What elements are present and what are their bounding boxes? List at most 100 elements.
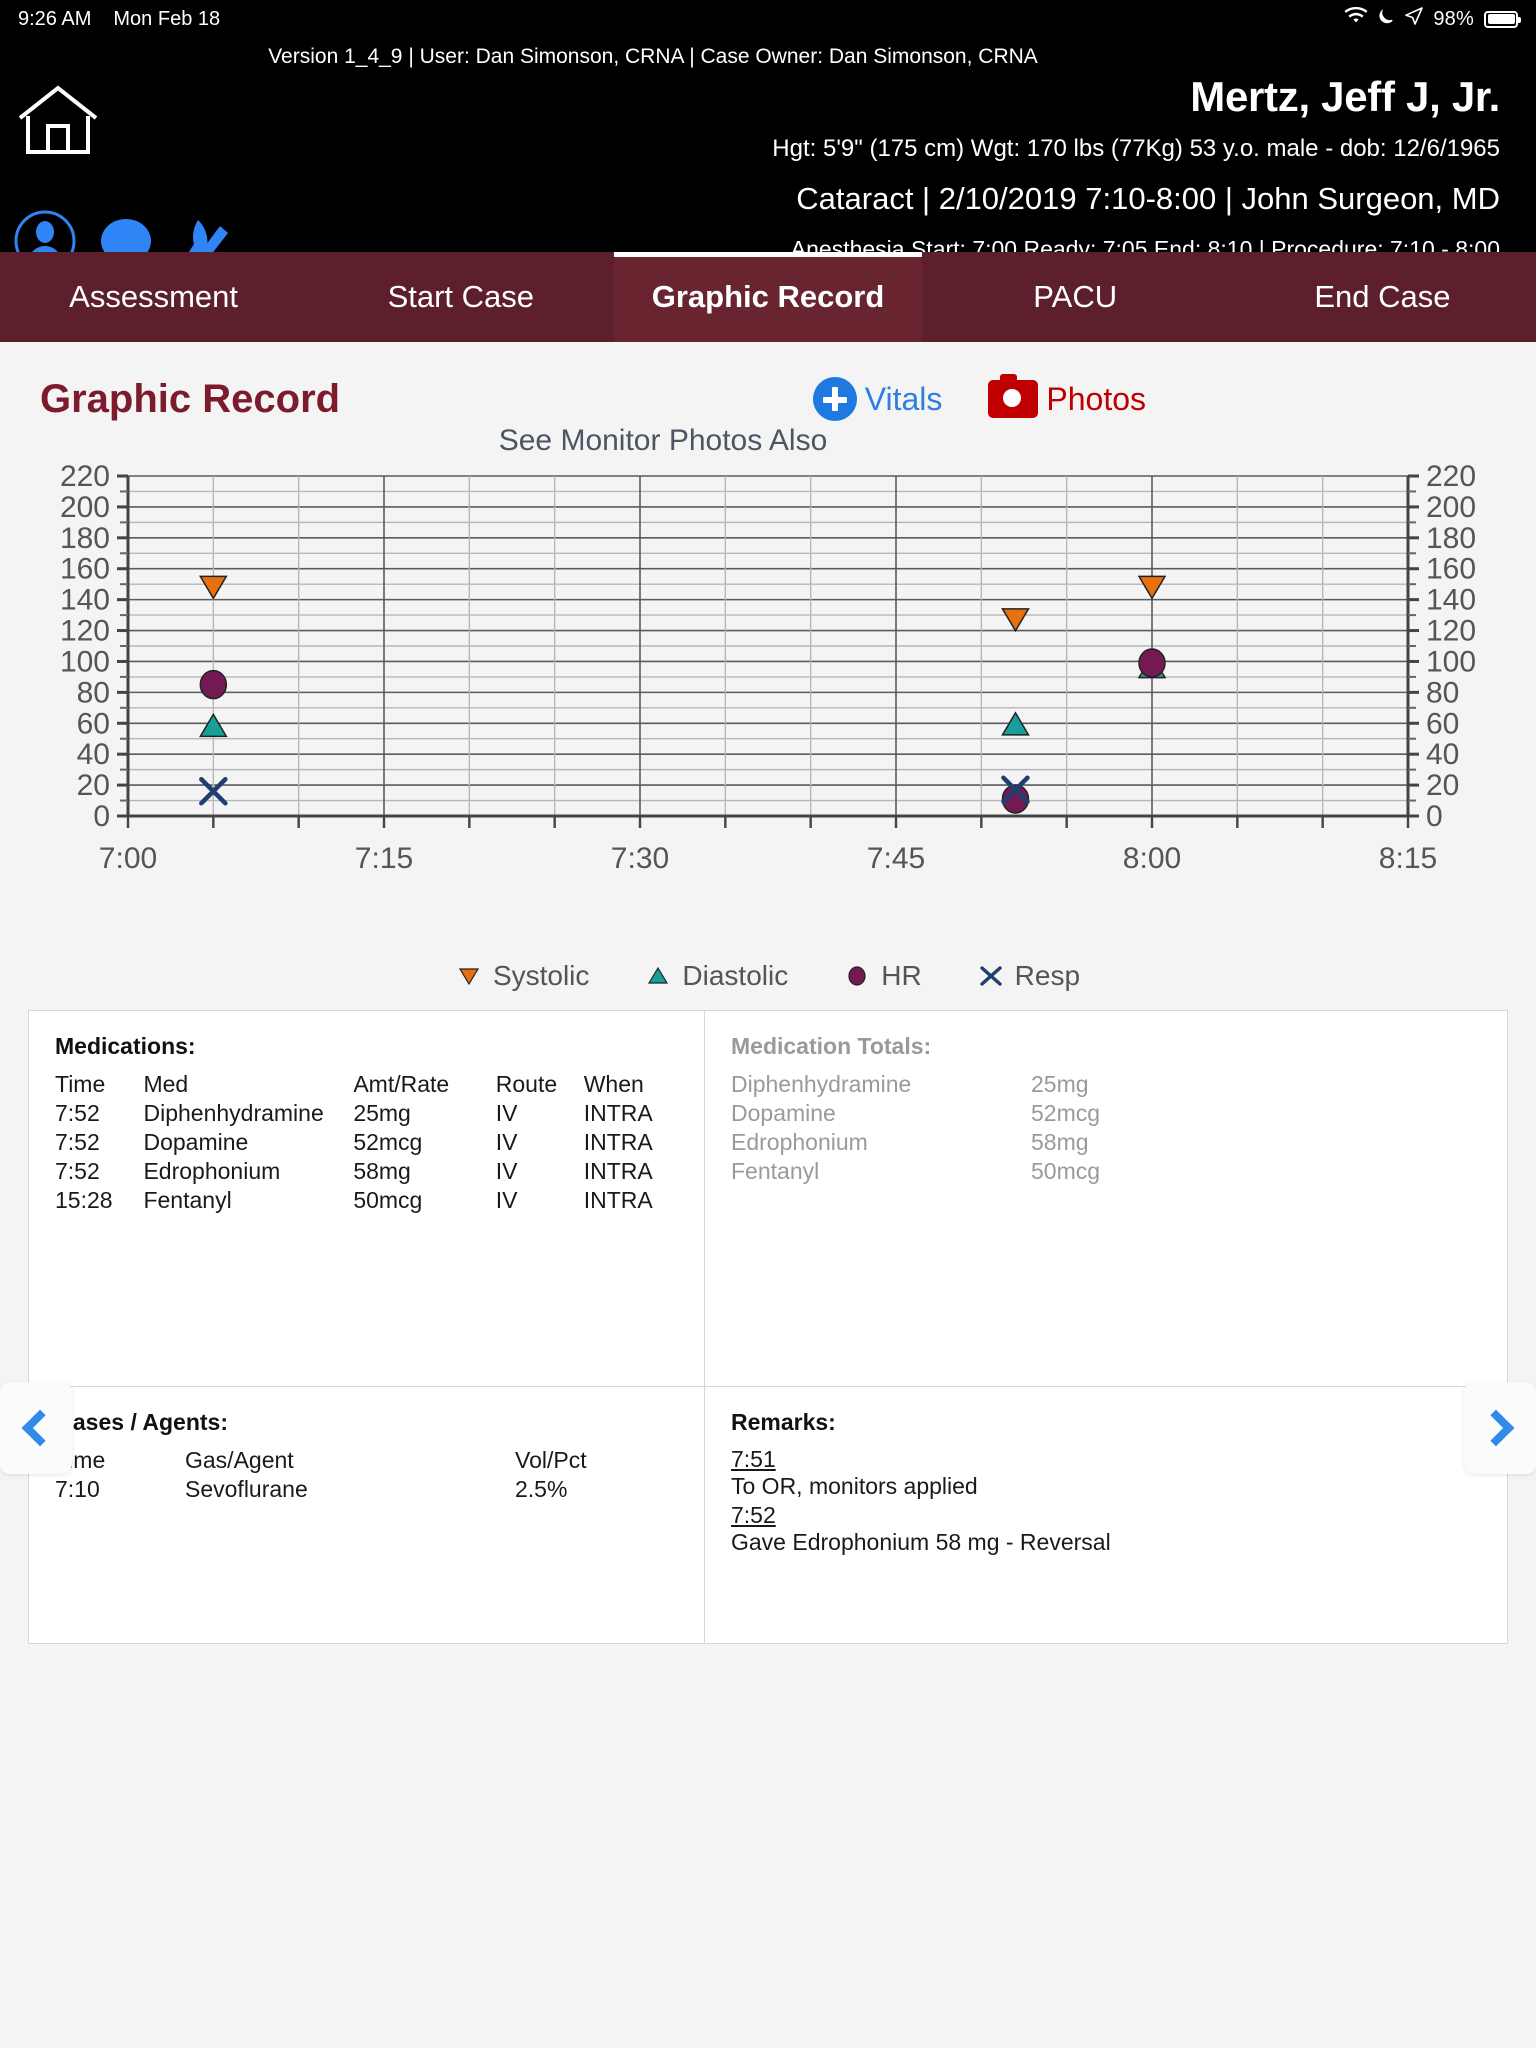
x-mark-icon [979,966,1002,986]
tab-assessment[interactable]: Assessment [0,252,307,342]
y-tick-label-right: 200 [1426,491,1476,524]
tab-pacu[interactable]: PACU [922,252,1229,342]
page-actions: Vitals Photos [812,374,1496,421]
remark-time: 7:52 [731,1502,776,1528]
table-row: Fentanyl 50mcg [731,1157,1481,1186]
tab-start-case[interactable]: Start Case [307,252,614,342]
cell-total-value: 25mg [1031,1071,1089,1097]
plus-circle-icon [812,377,857,421]
table-row[interactable]: 7:52 Dopamine 52mcg IV INTRA [55,1128,678,1157]
previous-page-button[interactable] [0,1382,72,1474]
patient-name: Mertz, Jeff J, Jr. [1190,73,1500,120]
cell-gas-agent: Sevoflurane [185,1476,308,1502]
page-title: Graphic Record [40,376,341,421]
home-icon[interactable] [16,84,100,156]
y-tick-label-left: 200 [60,491,110,524]
next-page-button[interactable] [1464,1382,1536,1474]
data-point-systolic [199,575,228,600]
cell-route: IV [495,1158,518,1184]
y-tick-label-left: 120 [60,615,110,648]
remark-text: Gave Edrophonium 58 mg - Reversal [731,1529,1111,1555]
table-row[interactable]: 7:10 Sevoflurane 2.5% [55,1475,678,1504]
y-tick-label-left: 140 [60,584,110,617]
table-row[interactable]: 7:52 Diphenhydramine 25mg IV INTRA [55,1099,678,1128]
y-tick-label-right: 220 [1426,464,1476,493]
triangle-down-icon [458,968,479,986]
cell-route: IV [495,1100,518,1126]
triangle-up-icon [648,966,669,984]
legend-item-systolic[interactable]: Systolic [456,960,589,992]
y-tick-label-left: 180 [60,522,110,555]
photos-label: Photos [1046,380,1146,417]
cell-amt: 50mcg [353,1187,423,1213]
remark-entry[interactable]: 7:52 Gave Edrophonium 58 mg - Reversal [731,1502,1481,1556]
cell-total-name: Fentanyl [731,1158,820,1184]
medication-totals-heading: Medication Totals: [731,1033,932,1059]
y-tick-label-right: 60 [1426,707,1459,740]
tab-graphic-record[interactable]: Graphic Record [614,252,922,342]
table-row[interactable]: 7:52 Edrophonium 58mg IV INTRA [55,1157,678,1186]
col-time: Time [55,1071,106,1097]
gases-remarks-row: Gases / Agents: Time Gas/Agent Vol/Pct 7… [28,1387,1508,1644]
cell-amt: 58mg [353,1158,411,1184]
legend-label-diastolic: Diastolic [682,960,789,991]
remarks-heading: Remarks: [731,1409,836,1435]
legend-item-diastolic[interactable]: Diastolic [645,960,788,992]
wifi-icon [1344,6,1368,31]
legend-label-systolic: Systolic [492,960,590,991]
legend-label-hr: HR [881,960,922,991]
table-row[interactable]: 15:28 Fentanyl 50mcg IV INTRA [55,1186,678,1215]
chevron-left-icon [21,1409,59,1447]
y-tick-label-left: 60 [77,707,110,740]
tab-end-case[interactable]: End Case [1229,252,1536,342]
status-time: 9:26 AM [18,7,92,30]
vitals-chart-svg: 0 020 2040 4060 6080 80100 100120 120140 140160 1… [60,464,1476,875]
y-tick-label-left: 40 [77,738,110,771]
cell-med: Fentanyl [143,1187,232,1213]
data-point-diastolic [199,712,228,738]
cell-route: IV [495,1129,518,1155]
medications-row: Medications: Time Med Amt/Rate Route Whe… [28,1010,1508,1387]
photos-button[interactable]: Photos [988,374,1146,418]
main-tab-bar: Assessment Start Case Graphic Record PAC… [0,252,1536,342]
location-arrow-icon [1405,7,1424,31]
cell-when: INTRA [583,1100,653,1126]
x-tick-label: 7:45 [867,842,925,875]
y-tick-label-right: 40 [1426,738,1459,771]
cell-total-name: Diphenhydramine [731,1071,912,1097]
y-tick-label-right: 180 [1426,522,1476,555]
cell-when: INTRA [583,1158,653,1184]
legend-item-resp[interactable]: Resp [978,960,1080,992]
y-tick-label-left: 20 [77,769,110,802]
medications-table: Time Med Amt/Rate Route When 7:52 Diphen… [55,1070,678,1215]
medications-panel: Medications: Time Med Amt/Rate Route Whe… [29,1011,705,1386]
cell-gas-time: 7:10 [55,1476,100,1502]
medication-totals-panel: Medication Totals: Diphenhydramine 25mg … [705,1011,1507,1386]
y-tick-label-left: 160 [60,553,110,586]
cell-time: 7:52 [55,1158,100,1184]
col-med: Med [143,1071,189,1097]
legend-item-hr[interactable]: HR [844,960,922,992]
table-row: Dopamine 52mcg [731,1099,1481,1128]
add-vitals-button[interactable]: Vitals [812,377,942,421]
medication-totals-table: Diphenhydramine 25mg Dopamine 52mcg Edro… [731,1070,1481,1186]
col-gas-vol: Vol/Pct [515,1447,587,1473]
cell-total-name: Dopamine [731,1100,836,1126]
y-tick-label-right: 0 [1426,800,1443,833]
y-tick-label-right: 20 [1426,769,1459,802]
cell-total-value: 52mcg [1031,1100,1101,1126]
legend-label-resp: Resp [1014,960,1081,991]
chart-subtitle: See Monitor Photos Also [498,424,828,457]
patient-info-block: Mertz, Jeff J, Jr. Hgt: 5'9" (175 cm) Wg… [24,73,1512,263]
cell-med: Edrophonium [143,1158,281,1184]
vitals-chart[interactable]: 0 0 20 20 40 40 60 60 80 80 100 100 120 120 140 140 160 1… [0,464,1536,934]
patient-demographics: Hgt: 5'9" (175 cm) Wgt: 170 lbs (77Kg) 5… [772,135,1500,163]
remark-entry[interactable]: 7:51 To OR, monitors applied [731,1446,1481,1500]
cell-med: Dopamine [143,1129,249,1155]
cell-when: INTRA [583,1187,653,1213]
cell-med: Diphenhydramine [143,1100,324,1126]
data-point-hr [199,669,228,700]
table-row: Diphenhydramine 25mg [731,1070,1481,1099]
status-bar-left: 9:26 AM Mon Feb 18 [18,8,220,31]
remark-text: To OR, monitors applied [731,1473,978,1499]
